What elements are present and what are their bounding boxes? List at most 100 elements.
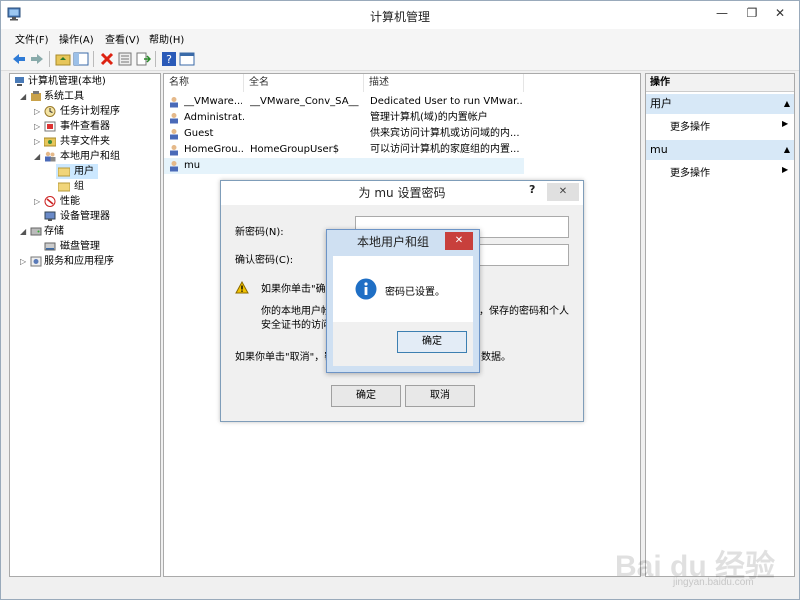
message-body: 密码已设置。 — [333, 256, 473, 322]
column-header-description[interactable]: 描述 — [364, 74, 524, 92]
tree-item-event-viewer[interactable]: ▷ 事件查看器 — [10, 119, 160, 134]
collapse-arrow-icon[interactable]: ◢ — [34, 149, 43, 164]
watermark-url: jingyan.baidu.com — [673, 577, 754, 588]
actions-panel: 操作 用户 ▲ 更多操作 ▶ mu ▲ 更多操作 ▶ — [645, 73, 795, 577]
maximize-button[interactable]: ❐ — [739, 3, 765, 23]
collapse-arrow-icon[interactable]: ◢ — [20, 89, 29, 104]
show-hide-tree-icon[interactable] — [73, 51, 89, 67]
confirm-password-label: 确认密码(C): — [235, 255, 294, 266]
expand-arrow-icon[interactable]: ▷ — [34, 194, 43, 209]
expand-arrow-icon[interactable]: ▷ — [34, 134, 43, 149]
tree-item-system-tools[interactable]: ◢ 系统工具 — [10, 89, 160, 104]
tree-item-performance[interactable]: ▷ 性能 — [10, 194, 160, 209]
users-icon — [45, 151, 56, 162]
message-text: 密码已设置。 — [385, 287, 445, 298]
export-list-icon[interactable] — [135, 51, 151, 67]
close-button[interactable]: ✕ — [767, 3, 793, 23]
tree-item-groups[interactable]: 组 — [10, 179, 160, 194]
tree-item-disk-management[interactable]: 磁盘管理 — [10, 239, 160, 254]
tree-item-device-manager[interactable]: 设备管理器 — [10, 209, 160, 224]
disk-icon — [44, 242, 56, 251]
tree-item-local-users-groups[interactable]: ◢ 本地用户和组 — [10, 149, 160, 164]
forward-arrow-icon[interactable] — [29, 51, 45, 67]
table-row[interactable]: Guest 供来宾访问计算机或访问域的内... — [164, 126, 524, 142]
help-question-icon[interactable]: ? — [529, 183, 535, 196]
clock-icon — [44, 106, 56, 117]
warning-text-line2: 你的本地用户帐 — [261, 306, 329, 317]
collapse-arrow-icon[interactable]: ◢ — [20, 224, 29, 239]
toolbar-separator — [155, 51, 156, 67]
expand-arrow-icon[interactable]: ▷ — [20, 254, 29, 269]
folder-icon — [58, 167, 70, 177]
menu-bar: 文件(F) 操作(A) 查看(V) 帮助(H) — [1, 29, 799, 47]
info-icon — [355, 278, 377, 300]
actions-section-users[interactable]: 用户 ▲ — [646, 94, 794, 114]
warning-text-line2-continued: ，保存的密码和个人 — [479, 306, 569, 317]
message-ok-button[interactable]: 确定 — [397, 331, 467, 353]
collapse-up-icon[interactable]: ▲ — [784, 140, 790, 160]
tree-item-services-apps[interactable]: ▷ 服务和应用程序 — [10, 254, 160, 269]
tree-item-root[interactable]: 计算机管理(本地) — [10, 74, 160, 89]
actions-section-mu[interactable]: mu ▲ — [646, 140, 794, 160]
expand-arrow-icon[interactable]: ▷ — [34, 104, 43, 119]
user-icon — [170, 145, 178, 156]
cancel-note-text-continued: 数据。 — [481, 352, 511, 363]
console-tree-icon[interactable] — [179, 51, 195, 67]
services-icon — [30, 256, 42, 267]
table-row-selected[interactable]: mu — [164, 158, 524, 174]
window-title: 计算机管理 — [369, 10, 430, 24]
properties-icon[interactable] — [117, 51, 133, 67]
help-icon[interactable]: ? — [161, 51, 177, 67]
user-icon — [170, 97, 178, 108]
navigation-tree: 计算机管理(本地) ◢ 系统工具 ▷ 任务计划程序 ▷ 事件查看器 ▷ 共享文件… — [9, 73, 161, 577]
table-row[interactable]: HomeGrou... HomeGroupUser$ 可以访问计算机的家庭组的内… — [164, 142, 524, 158]
warning-icon — [235, 281, 249, 294]
message-close-button[interactable]: ✕ — [445, 232, 473, 250]
expand-arrow-icon[interactable]: ▷ — [34, 119, 43, 134]
up-folder-icon[interactable] — [55, 51, 71, 67]
message-footer: 确定 — [333, 322, 473, 366]
collapse-up-icon[interactable]: ▲ — [784, 94, 790, 114]
more-actions-mu[interactable]: 更多操作 — [670, 164, 710, 179]
user-icon — [170, 113, 178, 124]
warning-text-line3: 安全证书的访问 — [261, 320, 329, 331]
tree-item-shared-folders[interactable]: ▷ 共享文件夹 — [10, 134, 160, 149]
actions-title: 操作 — [646, 74, 794, 92]
warning-text-line1: 如果你单击"确定 — [261, 284, 329, 295]
back-arrow-icon[interactable] — [11, 51, 27, 67]
delete-icon[interactable] — [99, 51, 115, 67]
password-set-message-box: 本地用户和组 ✕ 密码已设置。 确定 — [326, 229, 480, 373]
table-row[interactable]: __VMware... __VMware_Conv_SA__ Dedicated… — [164, 94, 524, 110]
toolbar-separator — [49, 51, 50, 67]
device-manager-icon — [44, 211, 56, 221]
menu-help[interactable]: 帮助(H) — [149, 31, 184, 46]
table-row[interactable]: Administrat... 管理计算机(域)的内置帐户 — [164, 110, 524, 126]
tree-item-task-scheduler[interactable]: ▷ 任务计划程序 — [10, 104, 160, 119]
more-actions-users[interactable]: 更多操作 — [670, 118, 710, 133]
column-header-fullname[interactable]: 全名 — [244, 74, 364, 92]
menu-action[interactable]: 操作(A) — [59, 31, 94, 46]
cancel-button[interactable]: 取消 — [405, 385, 475, 407]
dialog-close-button[interactable]: ✕ — [547, 183, 579, 201]
title-bar: 计算机管理 — ❐ ✕ — [1, 1, 799, 29]
user-icon — [170, 161, 178, 172]
cancel-note-text: 如果你单击"取消"，密 — [235, 352, 331, 363]
minimize-button[interactable]: — — [709, 3, 735, 23]
tools-icon — [31, 91, 41, 101]
menu-file[interactable]: 文件(F) — [15, 31, 49, 46]
menu-view[interactable]: 查看(V) — [105, 31, 140, 46]
tree-item-storage[interactable]: ◢ 存储 — [10, 224, 160, 239]
ok-button[interactable]: 确定 — [331, 385, 401, 407]
event-viewer-icon — [44, 121, 56, 132]
folder-icon — [58, 182, 70, 192]
new-password-label: 新密码(N): — [235, 227, 284, 238]
toolbar-separator — [93, 51, 94, 67]
shared-folder-icon — [44, 137, 56, 147]
svg-text:?: ? — [166, 53, 172, 66]
submenu-arrow-icon: ▶ — [782, 119, 789, 128]
submenu-arrow-icon: ▶ — [782, 165, 789, 174]
column-header-name[interactable]: 名称 — [164, 74, 244, 92]
storage-icon — [30, 227, 42, 236]
performance-icon — [44, 196, 56, 207]
tree-item-users[interactable]: 用户 — [56, 164, 98, 179]
